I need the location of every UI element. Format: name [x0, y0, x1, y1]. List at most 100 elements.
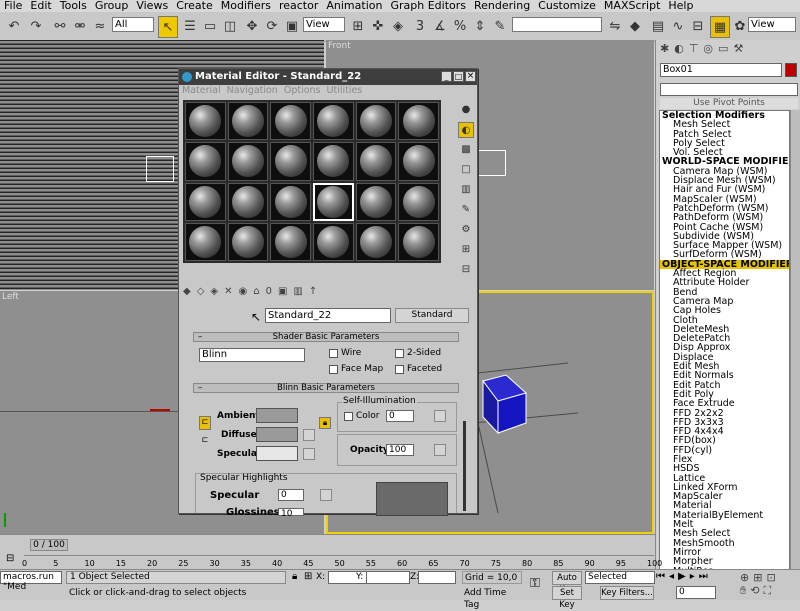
show-map-icon[interactable]: ▣	[278, 286, 293, 297]
rollout-scrollbar[interactable]	[463, 421, 466, 511]
sample-slot[interactable]	[398, 102, 439, 141]
diffuse-map-button[interactable]	[303, 429, 315, 441]
orbit-icon[interactable]: ⟲	[750, 584, 763, 597]
sample-slot[interactable]	[398, 142, 439, 181]
put-to-library-icon[interactable]: ⌂	[253, 286, 265, 297]
menu-options[interactable]: Options	[281, 85, 324, 98]
hierarchy-tab-icon[interactable]: ⊤	[689, 42, 704, 55]
make-preview-icon[interactable]: ✎	[458, 202, 474, 218]
video-color-check-icon[interactable]: ▥	[458, 182, 474, 198]
self-illum-value[interactable]: 0	[386, 410, 414, 422]
undo-icon[interactable]: ↶	[4, 16, 24, 38]
blinn-basic-rollout-header[interactable]: – Blinn Basic Parameters	[193, 383, 459, 393]
material-type-button[interactable]: Standard	[395, 308, 469, 323]
face-map-checkbox[interactable]	[329, 365, 338, 374]
lock-selection-icon[interactable]: 🔒︎	[292, 571, 297, 582]
sample-slot[interactable]	[227, 182, 269, 221]
select-manipulate-icon[interactable]: ✜	[368, 16, 388, 38]
named-selection-sets-dropdown[interactable]	[512, 17, 602, 32]
utilities-tab-icon[interactable]: ⚒	[733, 42, 748, 55]
sample-slot[interactable]	[355, 142, 397, 181]
render-type-dropdown[interactable]: View	[748, 17, 796, 32]
select-move-icon[interactable]: ✥	[242, 16, 262, 38]
sample-slot[interactable]	[313, 222, 354, 261]
pan-icon[interactable]: ✋︎	[740, 584, 750, 597]
sample-slot[interactable]	[355, 102, 397, 141]
menu-item[interactable]: Rendering	[470, 0, 534, 12]
menu-item[interactable]: Customize	[534, 0, 600, 12]
sample-type-icon[interactable]: ●	[458, 102, 474, 118]
bind-spacewarp-icon[interactable]: ≈	[90, 16, 110, 38]
zoom-extents-icon[interactable]: ⊡	[766, 571, 779, 584]
schematic-view-icon[interactable]: ⊟	[688, 16, 708, 38]
menu-item[interactable]: Animation	[322, 0, 386, 12]
go-to-end-icon[interactable]: ⏭︎	[699, 571, 712, 582]
specular-level-field[interactable]: 0	[278, 489, 304, 501]
material-navigator-icon[interactable]: ⊟	[458, 262, 474, 278]
named-selection-icon[interactable]: ✎	[490, 16, 510, 38]
display-tab-icon[interactable]: ▭	[718, 42, 733, 55]
get-material-icon[interactable]: ◆	[183, 286, 197, 297]
maximize-viewport-icon[interactable]: ⛶	[764, 584, 776, 597]
viewport-label[interactable]: Front	[328, 41, 351, 51]
faceted-checkbox[interactable]	[395, 365, 404, 374]
glossiness-field[interactable]: 10	[278, 508, 304, 519]
maxscript-listener[interactable]: macros.run "Med	[0, 571, 62, 592]
assign-material-icon[interactable]: ◈	[210, 286, 224, 297]
sample-slot[interactable]	[185, 142, 226, 181]
sample-slot[interactable]	[270, 142, 311, 181]
percent-snap-icon[interactable]: %	[450, 16, 470, 38]
object-name-field[interactable]: Box01	[660, 63, 782, 77]
sample-slot[interactable]	[313, 142, 354, 181]
play-icon[interactable]: ▶	[678, 571, 690, 582]
layer-manager-icon[interactable]: ▤	[648, 16, 668, 38]
box-object-top[interactable]	[146, 156, 174, 182]
pivot-center-icon[interactable]: ⊞	[348, 16, 368, 38]
lock-icon[interactable]: 🔒︎	[319, 417, 331, 429]
menu-item[interactable]: Views	[132, 0, 172, 12]
modify-tab-icon[interactable]: ◐	[674, 42, 689, 55]
backlight-icon[interactable]: ◐	[458, 122, 474, 138]
self-illum-map-button[interactable]	[434, 410, 446, 422]
sample-slot[interactable]	[398, 222, 439, 261]
specular-map-button[interactable]	[303, 448, 315, 460]
create-tab-icon[interactable]: ✱	[660, 42, 674, 55]
set-key-button[interactable]: Set Key	[552, 586, 582, 610]
unlink-icon[interactable]: ⚮	[70, 16, 90, 38]
self-illum-color-checkbox[interactable]	[344, 412, 353, 421]
sample-slot[interactable]	[270, 102, 311, 141]
track-bar-icon[interactable]: ⊟	[6, 553, 20, 567]
sample-slot[interactable]	[227, 102, 269, 141]
auto-key-button[interactable]: Auto Key	[552, 571, 582, 595]
align-icon[interactable]: ◆	[625, 16, 645, 38]
snap-toggle-icon[interactable]: 3	[410, 16, 430, 38]
render-scene-icon[interactable]: ✿	[730, 16, 750, 38]
go-to-start-icon[interactable]: ⏮︎	[656, 571, 669, 582]
maximize-button[interactable]: □	[453, 71, 464, 82]
select-rotate-icon[interactable]: ⟳	[262, 16, 282, 38]
zoom-all-icon[interactable]: ⊞	[753, 571, 766, 584]
specular-swatch[interactable]	[256, 446, 298, 461]
menu-item[interactable]: MAXScript	[600, 0, 664, 12]
z-coordinate-field[interactable]	[418, 571, 456, 584]
box-object-front[interactable]	[476, 150, 506, 176]
make-unique-icon[interactable]: ◉	[239, 286, 254, 297]
material-name-field[interactable]: Standard_22	[265, 308, 391, 323]
curve-editor-icon[interactable]: ∿	[668, 16, 688, 38]
motion-tab-icon[interactable]: ◎	[703, 42, 718, 55]
spinner-snap-icon[interactable]: ⇕	[470, 16, 490, 38]
opacity-field[interactable]: 100	[386, 444, 414, 456]
material-editor-title[interactable]: Material Editor - Standard_22	[179, 69, 477, 85]
select-object-icon[interactable]: ↖	[158, 16, 178, 38]
specular-level-map-button[interactable]	[320, 489, 332, 501]
sample-slot[interactable]	[270, 222, 311, 261]
select-by-name-icon[interactable]: ☰	[180, 16, 200, 38]
next-frame-icon[interactable]: ▸	[690, 571, 699, 582]
shader-dropdown[interactable]: Blinn	[199, 348, 305, 362]
key-set-dropdown[interactable]: Selected	[585, 571, 655, 584]
ambient-swatch[interactable]	[256, 408, 298, 423]
rect-selection-icon[interactable]: ▭	[200, 16, 220, 38]
menu-item[interactable]: Create	[172, 0, 217, 12]
opacity-map-button[interactable]	[434, 444, 446, 456]
key-filters-button[interactable]: Key Filters...	[600, 586, 654, 600]
